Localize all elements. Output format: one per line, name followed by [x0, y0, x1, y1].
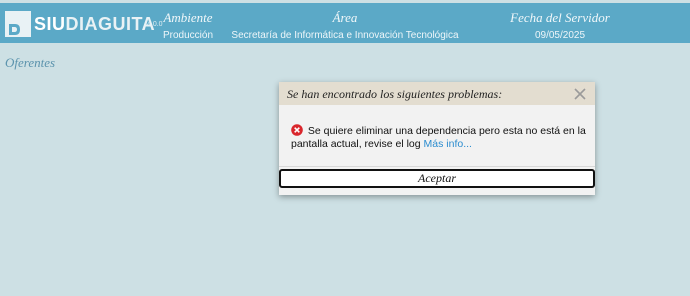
logo-name: DIAGUITA [65, 13, 156, 34]
dialog-title: Se han encontrado los siguientes problem… [287, 87, 503, 101]
server-date-label: Fecha del Servidor [510, 10, 610, 25]
area-block: Área Secretaría de Informática e Innovac… [225, 10, 465, 42]
app-header: SIUDIAGUITA 4.0.0 Ambiente Producción Ár… [0, 3, 690, 43]
error-icon [291, 124, 303, 136]
more-info-link[interactable]: Más info... [424, 138, 472, 150]
server-date-value: 09/05/2025 [534, 30, 586, 41]
page-title: Oferentes [5, 55, 56, 70]
ambiente-label: Ambiente [163, 10, 213, 25]
dialog-divider [279, 166, 595, 167]
ambiente-value: Producción [162, 30, 214, 41]
logo-mark-icon [5, 11, 31, 37]
ambiente-block: Ambiente Producción [150, 10, 226, 42]
accept-button[interactable]: Aceptar [279, 169, 595, 188]
app-logo: SIUDIAGUITA [5, 10, 155, 38]
error-dialog: Se han encontrado los siguientes problem… [279, 82, 595, 195]
area-value: Secretaría de Informática e Innovación T… [231, 30, 459, 41]
close-icon[interactable] [573, 87, 587, 101]
area-label: Área [332, 10, 358, 25]
logo-text: SIUDIAGUITA [34, 14, 155, 35]
dialog-message-container: Se quiere eliminar una dependencia pero … [291, 124, 587, 151]
server-date-block: Fecha del Servidor 09/05/2025 [500, 10, 620, 42]
logo-prefix: SIU [34, 13, 66, 34]
dialog-header: Se han encontrado los siguientes problem… [279, 82, 595, 105]
